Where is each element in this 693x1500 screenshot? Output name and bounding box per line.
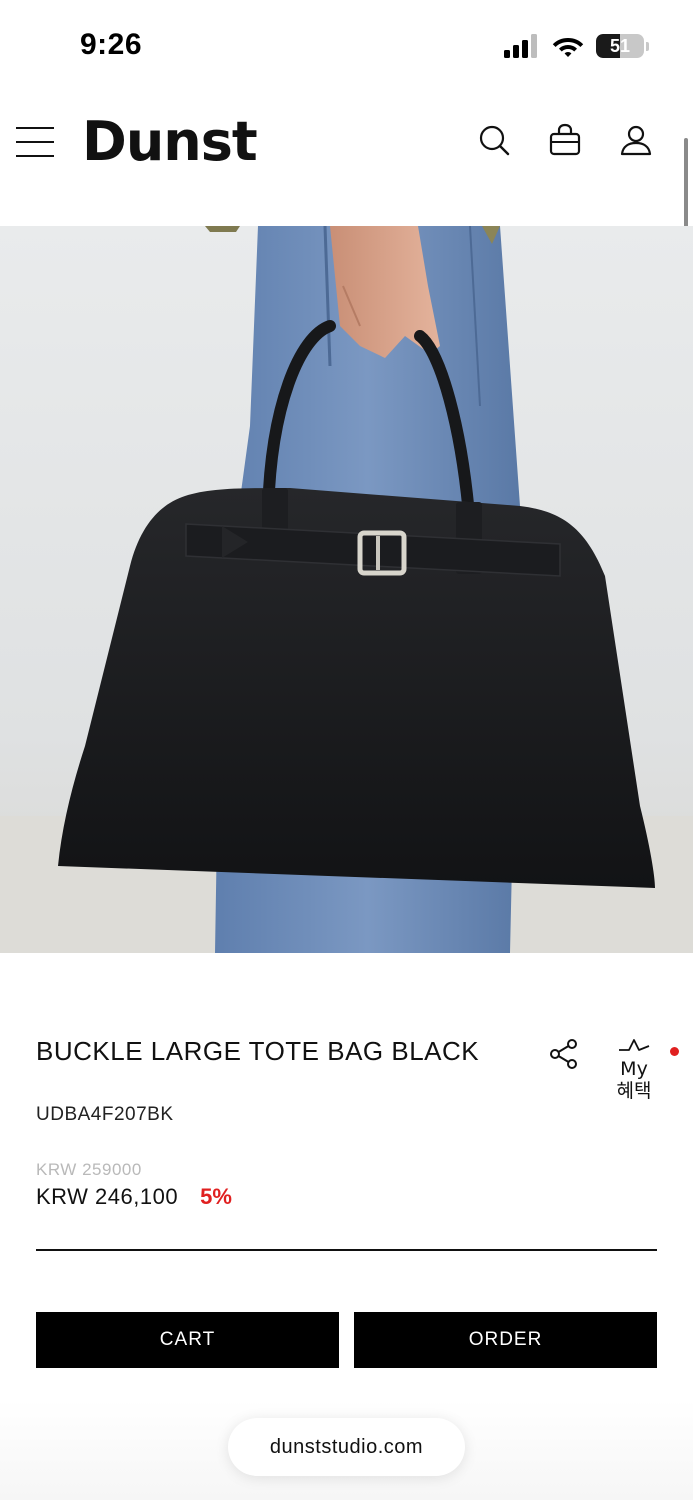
menu-icon[interactable] — [16, 125, 56, 159]
site-logo[interactable]: Dunst — [82, 110, 258, 173]
browser-url-bar[interactable]: dunststudio.com — [228, 1418, 465, 1476]
site-header: Dunst — [0, 92, 693, 226]
battery-icon: 51 — [596, 34, 644, 58]
sale-price: KRW 246,100 — [36, 1184, 179, 1209]
cart-button[interactable]: CART — [36, 1312, 339, 1368]
divider — [36, 1249, 657, 1251]
original-price: KRW 259000 — [36, 1160, 142, 1179]
user-icon[interactable] — [618, 122, 654, 158]
product-image[interactable] — [0, 226, 693, 953]
price-row: KRW 246,100 5% — [36, 1184, 232, 1210]
benefit-label-line2: 혜택 — [616, 1080, 652, 1102]
status-time: 9:26 — [80, 28, 143, 61]
share-icon[interactable] — [548, 1038, 580, 1070]
battery-percent: 51 — [609, 35, 631, 56]
product-title: BUCKLE LARGE TOTE BAG BLACK — [36, 1036, 480, 1066]
status-icons: 51 — [504, 30, 649, 62]
wifi-icon — [552, 38, 584, 57]
benefit-icon — [619, 1039, 650, 1051]
my-benefit-button[interactable]: My 혜택 — [606, 1036, 662, 1102]
discount-badge: 5% — [200, 1184, 232, 1209]
product-sku: UDBA4F207BK — [36, 1104, 174, 1125]
tote-bag-photo — [0, 226, 693, 953]
benefit-label-line1: My — [620, 1058, 648, 1080]
shopping-bag-icon[interactable] — [547, 122, 583, 158]
status-bar: 9:26 51 — [0, 0, 693, 92]
order-button[interactable]: ORDER — [354, 1312, 657, 1368]
notification-dot — [670, 1047, 679, 1056]
cellular-signal-icon — [504, 34, 537, 58]
battery-cap — [646, 41, 649, 51]
search-icon[interactable] — [476, 122, 512, 158]
